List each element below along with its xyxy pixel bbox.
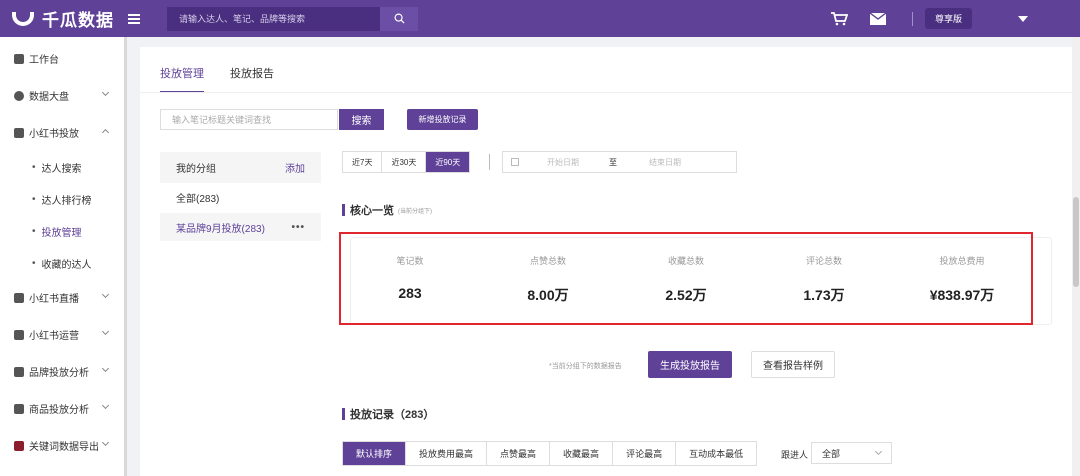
grid-icon — [14, 53, 24, 64]
follower-select[interactable]: 全部 — [811, 442, 892, 464]
group-header: 我的分组 添加 — [160, 152, 321, 183]
group-item-selected[interactable]: 某品牌9月投放(283) ••• — [160, 213, 321, 241]
export-icon — [14, 440, 24, 451]
bar-chart-icon — [14, 366, 24, 377]
core-overview-note: (当前分组下) — [398, 208, 432, 215]
stats-highlight: 笔记数 283 点赞总数 8.00万 收藏总数 2.52万 评论总数 1.73万… — [339, 232, 1033, 325]
product-icon — [14, 403, 24, 414]
sidebar-item-brand-analysis[interactable]: 品牌投放分析 — [0, 353, 124, 390]
sidebar-item-xhs-live[interactable]: 小红书直播 — [0, 279, 124, 316]
start-date-field[interactable]: 开始日期 — [547, 157, 579, 168]
calendar-icon — [511, 158, 519, 166]
cube-icon — [14, 127, 24, 138]
preset-30-days[interactable]: 近30天 — [382, 152, 427, 172]
logo-icon — [12, 11, 34, 26]
sidebar-item-keyword-export[interactable]: 关键词数据导出 — [0, 427, 124, 464]
filter-divider — [489, 154, 490, 170]
global-search: 请输入达人、笔记、品牌等搜索 — [167, 6, 418, 31]
date-range-separator: 至 — [609, 157, 617, 167]
chevron-up-icon — [101, 128, 110, 137]
chevron-down-icon — [101, 438, 110, 447]
main-panel: 投放管理 投放报告 输入笔记标题关键词查找 搜索 新增投放记录 我的分组 添加 … — [140, 47, 1072, 476]
tab-divider — [140, 92, 1072, 93]
search-icon — [394, 13, 405, 24]
sidebar-sub-item-active[interactable]: 投放管理 — [0, 215, 124, 247]
generate-report-button[interactable]: 生成投放报告 — [648, 351, 732, 378]
sort-comments-high[interactable]: 评论最高 — [613, 442, 677, 465]
view-sample-button[interactable]: 查看报告样例 — [751, 351, 835, 378]
report-note: *当前分组下的数据报告 — [549, 363, 622, 370]
follower-select-value: 全部 — [822, 448, 841, 459]
sort-default[interactable]: 默认排序 — [343, 442, 407, 465]
sidebar-item-data-overview[interactable]: 数据大盘 — [0, 77, 124, 114]
mail-icon[interactable] — [869, 12, 886, 25]
menu-toggle-icon[interactable] — [128, 12, 144, 26]
logo[interactable]: 千瓜数据 — [12, 6, 132, 31]
chat-icon — [14, 329, 24, 340]
title-accent-bar — [342, 408, 345, 420]
records-title: 投放记录（283） — [342, 406, 434, 422]
preset-90-days[interactable]: 近90天 — [426, 152, 470, 172]
stat-notes: 笔记数 283 — [396, 256, 424, 301]
sidebar-item-xhs-ads[interactable]: 小红书投放 — [0, 114, 124, 151]
search-button[interactable] — [380, 6, 418, 31]
tab-ad-management[interactable]: 投放管理 — [160, 65, 204, 93]
sort-favorites-high[interactable]: 收藏最高 — [550, 442, 614, 465]
scrollbar[interactable] — [1072, 37, 1080, 476]
chevron-down-icon — [874, 447, 883, 456]
tab-ad-report[interactable]: 投放报告 — [230, 65, 274, 93]
vip-badge[interactable]: 尊享版 — [924, 8, 972, 29]
stat-likes: 点赞总数 8.00万 — [527, 256, 569, 303]
end-date-field[interactable]: 结束日期 — [649, 157, 681, 168]
chevron-down-icon — [101, 364, 110, 373]
chevron-down-icon — [101, 290, 110, 299]
stat-comments: 评论总数 1.73万 — [803, 256, 845, 303]
cart-icon[interactable] — [830, 11, 848, 26]
sidebar-sub-item[interactable]: 达人排行榜 — [0, 183, 124, 215]
global-search-input[interactable]: 请输入达人、笔记、品牌等搜索 — [167, 6, 380, 31]
sidebar-item-product-analysis[interactable]: 商品投放分析 — [0, 390, 124, 427]
group-title: 我的分组 — [176, 164, 216, 175]
sidebar-sub-item[interactable]: 收藏的达人 — [0, 247, 124, 279]
chevron-down-icon — [101, 327, 110, 336]
sort-options: 默认排序 投放费用最高 点赞最高 收藏最高 评论最高 互动成本最低 — [342, 441, 758, 466]
date-range-presets: 近7天 近30天 近90天 — [342, 151, 471, 173]
add-group-button[interactable]: 添加 — [285, 160, 305, 175]
group-item-label: 某品牌9月投放(283) — [176, 223, 265, 235]
chevron-down-icon — [101, 401, 110, 410]
top-bar: 千瓜数据 请输入达人、笔记、品牌等搜索 尊享版 — [0, 0, 1080, 37]
video-icon — [14, 292, 24, 303]
scrollbar-thumb[interactable] — [1073, 197, 1079, 287]
note-search-input[interactable]: 输入笔记标题关键词查找 — [160, 109, 338, 130]
title-accent-bar — [342, 204, 345, 216]
header-divider — [911, 11, 913, 26]
group-item-all[interactable]: 全部(283) — [160, 183, 321, 211]
brand-name: 千瓜数据 — [42, 11, 114, 30]
sidebar: 工作台 数据大盘 小红书投放 达人搜索 达人排行榜 投放管理 收藏的达人 小红书… — [0, 37, 127, 476]
core-overview-title: 核心一览 (当前分组下) — [342, 202, 432, 218]
sidebar-item-xhs-ops[interactable]: 小红书运营 — [0, 316, 124, 353]
sort-cost-per-engagement-low[interactable]: 互动成本最低 — [676, 442, 756, 465]
sort-likes-high[interactable]: 点赞最高 — [487, 442, 551, 465]
more-icon[interactable]: ••• — [291, 222, 305, 233]
tabs: 投放管理 投放报告 — [160, 65, 300, 93]
stat-total-cost: 投放总费用 ¥838.97万 — [929, 256, 995, 303]
add-record-button[interactable]: 新增投放记录 — [407, 109, 478, 130]
follower-label: 跟进人 — [781, 450, 809, 460]
stat-favorites: 收藏总数 2.52万 — [665, 256, 707, 303]
sort-cost-high[interactable]: 投放费用最高 — [406, 442, 488, 465]
date-range-picker[interactable]: 开始日期 至 结束日期 — [502, 151, 737, 173]
chevron-down-icon — [101, 88, 110, 97]
sidebar-sub-item[interactable]: 达人搜索 — [0, 151, 124, 183]
note-search-button[interactable]: 搜索 — [339, 109, 384, 130]
pie-icon — [14, 90, 24, 101]
chevron-down-icon[interactable] — [1018, 15, 1028, 22]
group-panel: 我的分组 添加 全部(283) 某品牌9月投放(283) ••• — [160, 152, 321, 241]
preset-7-days[interactable]: 近7天 — [343, 152, 383, 172]
sidebar-item-workbench[interactable]: 工作台 — [0, 40, 124, 77]
